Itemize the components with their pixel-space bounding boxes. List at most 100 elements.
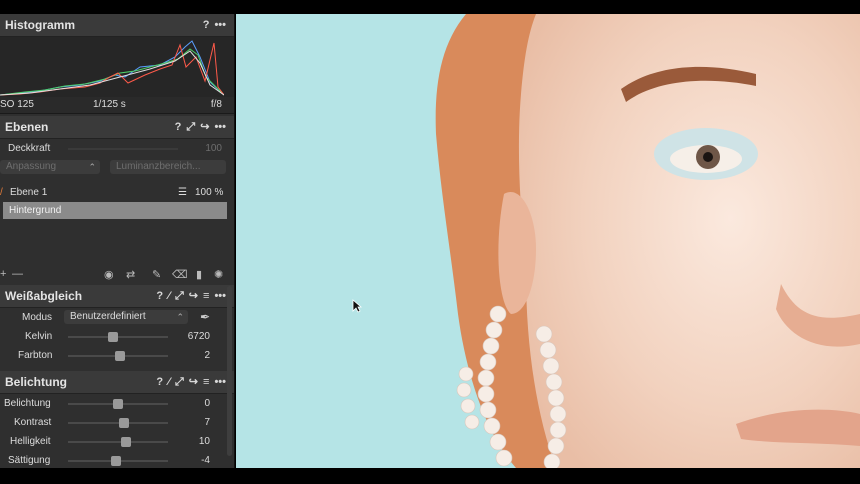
pen-icon[interactable]: ⁄ [168, 285, 170, 307]
histogram-curves [0, 40, 224, 96]
help-icon[interactable]: ? [156, 285, 163, 307]
remove-layer-icon[interactable]: — [12, 268, 23, 280]
face-shape [518, 14, 860, 468]
exposure-label: Belichtung [4, 398, 51, 409]
histogram-luma-curve [0, 50, 224, 96]
saturation-slider[interactable] [68, 456, 168, 466]
swap-icon[interactable]: ⇄ [126, 268, 135, 281]
eye-icon[interactable]: ◉ [104, 268, 114, 281]
contrast-slider-thumb[interactable] [119, 418, 129, 428]
layers-title: Ebenen [5, 120, 49, 134]
exif-bar: SO 125 1/125 s f/8 [0, 97, 234, 114]
expand-icon[interactable]: ⤢ [186, 116, 195, 138]
white-balance-panel-header[interactable]: Weißabgleich ? ⁄ ⤢ ↪ ≡ ••• [0, 285, 234, 308]
mask-tools-row: Anpassung ⌃ Luminanzbereich... [0, 158, 234, 177]
exposure-title: Belichtung [5, 375, 67, 389]
presets-icon[interactable]: ≡ [203, 285, 209, 307]
more-icon[interactable]: ••• [214, 116, 226, 138]
layer-name: Ebene 1 [10, 187, 48, 198]
expand-icon[interactable]: ⤢ [175, 371, 184, 393]
brightness-slider-thumb[interactable] [121, 437, 131, 447]
opacity-slider[interactable] [68, 148, 178, 150]
radial-mask-icon[interactable]: ✺ [214, 268, 223, 281]
tint-slider[interactable] [68, 351, 168, 361]
kelvin-row: Kelvin 6720 [0, 327, 234, 346]
brush-icon[interactable]: ✎ [152, 268, 161, 281]
gradient-icon[interactable]: ▮ [196, 268, 202, 281]
saturation-label: Sättigung [8, 455, 51, 466]
exposure-value[interactable]: 0 [176, 397, 212, 410]
layer-list-empty-space [0, 219, 234, 265]
kelvin-slider-thumb[interactable] [108, 332, 118, 342]
brightness-label: Helligkeit [10, 436, 51, 447]
kelvin-value[interactable]: 6720 [176, 330, 212, 343]
pupil-shape [703, 152, 713, 162]
luminance-button[interactable]: Luminanzbereich... [110, 160, 226, 174]
wb-mode-value: Benutzerdefiniert [70, 311, 146, 322]
pen-icon[interactable]: ⁄ [168, 371, 170, 393]
exposure-row: Belichtung 0 [0, 394, 234, 413]
saturation-row: Sättigung -4 [0, 451, 234, 468]
expand-icon[interactable]: ⤢ [175, 285, 184, 307]
more-icon[interactable]: ••• [214, 371, 226, 393]
saturation-value[interactable]: -4 [176, 454, 212, 467]
mouse-cursor-icon [352, 299, 362, 313]
layers-panel-header[interactable]: Ebenen ? ⤢ ↪ ••• [0, 116, 234, 139]
contrast-slider[interactable] [68, 418, 168, 428]
shutter-value: 1/125 s [93, 99, 126, 110]
help-icon[interactable]: ? [203, 14, 210, 36]
adjust-label: Anpassung [6, 161, 57, 172]
opacity-label: Deckkraft [8, 143, 51, 154]
add-layer-icon[interactable]: + [0, 268, 6, 280]
histogram-title: Histogramm [5, 18, 76, 32]
portrait-photo [435, 14, 860, 468]
layer-row-hintergrund[interactable]: Hintergrund [3, 202, 227, 219]
chevron-updown-icon: ⌃ [176, 312, 184, 322]
brush-layer-icon: / [0, 187, 3, 198]
histogram-green-curve [0, 48, 224, 96]
exposure-slider[interactable] [68, 399, 168, 409]
copy-icon[interactable]: ↪ [189, 371, 198, 393]
brightness-row: Helligkeit 10 [0, 432, 234, 451]
exposure-panel-header[interactable]: Belichtung ? ⁄ ⤢ ↪ ≡ ••• [0, 371, 234, 394]
help-icon[interactable]: ? [156, 371, 163, 393]
adjust-select[interactable]: Anpassung ⌃ [0, 160, 100, 174]
sidebar-scrollbar[interactable] [227, 286, 232, 456]
brightness-value[interactable]: 10 [176, 435, 212, 448]
histogram-panel-header[interactable]: Histogramm ? ••• [0, 14, 234, 37]
more-icon[interactable]: ••• [214, 14, 226, 36]
kelvin-label: Kelvin [25, 331, 53, 342]
exposure-slider-thumb[interactable] [113, 399, 123, 409]
chevron-updown-icon: ⌃ [88, 162, 96, 172]
layer-name: Hintergrund [9, 205, 62, 216]
aperture-value: f/8 [210, 99, 222, 110]
opacity-value[interactable]: 100 [188, 142, 224, 155]
copy-icon[interactable]: ↪ [189, 285, 198, 307]
iso-value: SO 125 [0, 99, 34, 110]
help-icon[interactable]: ? [175, 116, 182, 138]
more-icon[interactable]: ••• [214, 285, 226, 307]
contrast-label: Kontrast [14, 417, 52, 428]
brightness-slider[interactable] [68, 437, 168, 447]
app-window: Histogramm ? ••• SO 125 1/125 s f/8 Eben… [0, 14, 860, 468]
presets-icon[interactable]: ≡ [203, 371, 209, 393]
wb-mode-row: Modus Benutzerdefiniert ⌃ ✒ [0, 308, 234, 327]
saturation-slider-thumb[interactable] [111, 456, 121, 466]
luminance-label: Luminanzbereich... [116, 161, 201, 172]
copy-icon[interactable]: ↪ [200, 116, 209, 138]
tools-sidebar: Histogramm ? ••• SO 125 1/125 s f/8 Eben… [0, 14, 235, 468]
contrast-row: Kontrast 7 [0, 413, 234, 432]
wb-mode-select[interactable]: Benutzerdefiniert ⌃ [64, 310, 188, 324]
tint-slider-thumb[interactable] [115, 351, 125, 361]
photo-viewer[interactable] [236, 14, 860, 468]
eyedropper-icon[interactable]: ✒ [200, 308, 210, 327]
mode-label: Modus [22, 312, 53, 323]
kelvin-slider[interactable] [68, 332, 168, 342]
tint-row: Farbton 2 [0, 346, 234, 365]
eraser-icon[interactable]: ⌫ [172, 268, 188, 281]
contrast-value[interactable]: 7 [176, 416, 212, 429]
histogram-graph [0, 37, 234, 97]
layer-settings-icon[interactable]: ☰ [178, 183, 187, 202]
tint-value[interactable]: 2 [176, 349, 212, 362]
layer-row-ebene-1[interactable]: / Ebene 1 ☰ 100 % [0, 183, 234, 202]
